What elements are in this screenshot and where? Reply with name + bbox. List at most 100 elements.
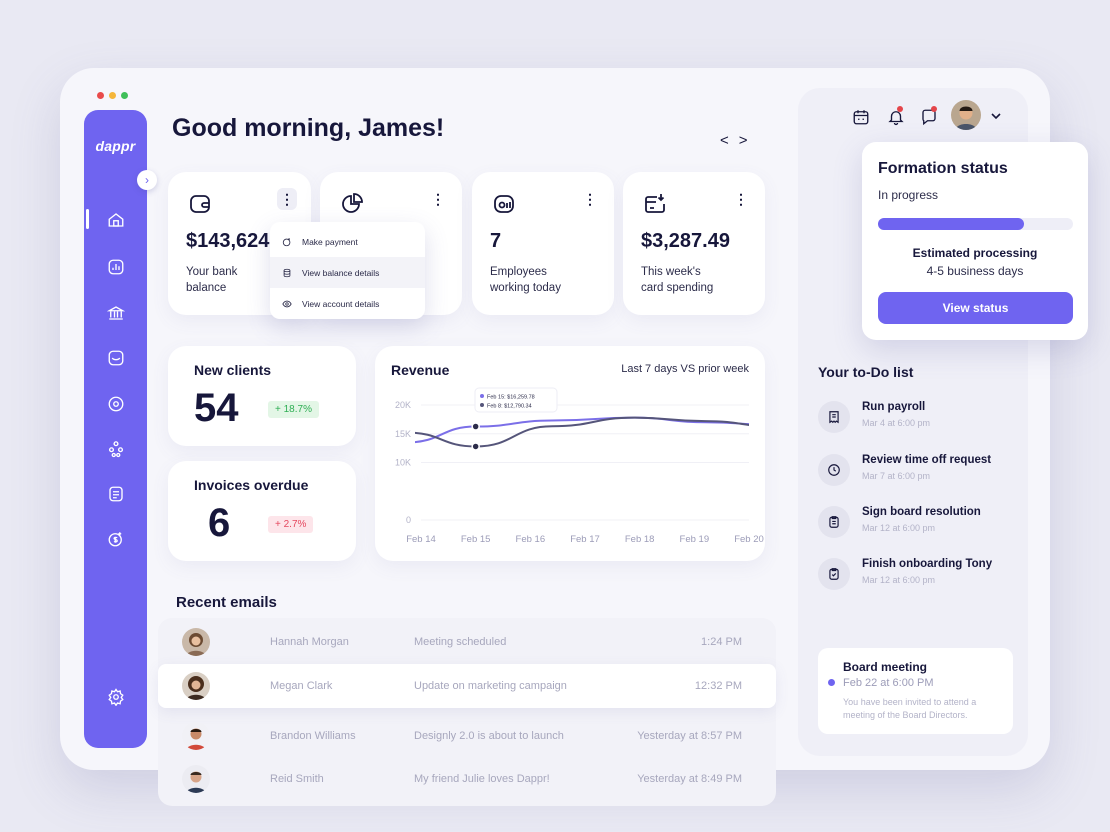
home-icon[interactable] (107, 211, 125, 229)
x-tick-label: Feb 16 (516, 534, 546, 545)
formation-title: Formation status (878, 160, 1008, 177)
todo-label: Finish onboarding Tony (862, 558, 993, 570)
y-tick-label: 20K (395, 400, 411, 410)
avatar (182, 722, 210, 750)
date-pager: <> (720, 132, 758, 149)
email-subject: Update on marketing campaign (414, 680, 567, 692)
menu-item-view-account-details[interactable]: View account details (270, 288, 425, 319)
invoices-overdue-card: Invoices overdue 6 + 2.7% (168, 461, 356, 561)
todo-label: Review time off request (862, 454, 992, 466)
email-sender: Brandon Williams (270, 730, 356, 742)
chevron-down-icon[interactable] (990, 109, 1002, 121)
revenue-line-chart: 0 10K 15K 20K Feb 14 Feb 15 Feb 16 Feb 17 Feb 18… (395, 387, 764, 545)
x-tick-label: Feb 17 (570, 534, 600, 545)
maximize-window-dot[interactable] (121, 92, 128, 99)
email-subject: Designly 2.0 is about to launch (414, 730, 564, 742)
pie-chart-icon (340, 192, 364, 216)
eye-icon (282, 300, 292, 307)
user-avatar[interactable] (951, 100, 981, 130)
people-icon (492, 192, 516, 216)
stat-label: Your bank balance (186, 266, 238, 294)
receipt-icon (818, 401, 850, 433)
brand-logo[interactable]: dappr (84, 138, 147, 154)
x-tick-label: Feb 20 (734, 534, 764, 545)
team-icon[interactable] (107, 440, 125, 458)
next-button[interactable]: > (739, 132, 758, 149)
tooltip-legend-dot (480, 394, 484, 398)
todo-label: Run payroll (862, 401, 926, 413)
todo-item[interactable]: Run payroll Mar 4 at 6:00 pm (818, 397, 1018, 437)
settings-icon[interactable] (107, 688, 125, 706)
todo-item[interactable]: Finish onboarding Tony Mar 12 at 6:00 pm (818, 554, 1018, 594)
sidebar-collapse-button[interactable]: › (137, 170, 157, 190)
menu-item-make-payment[interactable]: Make payment (270, 226, 425, 257)
recent-emails-title: Recent emails (176, 594, 277, 611)
stat-card-card-spending: ⋮ $3,287.49 This week's card spending (623, 172, 765, 315)
estimate-value: 4-5 business days (926, 264, 1024, 278)
stat-label: Employees working today (490, 266, 561, 294)
stat-card-employees: ⋮ 7 Employees working today (472, 172, 614, 315)
email-row[interactable]: Reid Smith My friend Julie loves Dappr! … (158, 757, 776, 801)
message-dot (931, 106, 937, 112)
series-line-1 (415, 416, 749, 448)
minimize-window-dot[interactable] (109, 92, 116, 99)
card-menu-button[interactable]: ⋮ (580, 188, 600, 210)
wallet-icon (188, 192, 212, 216)
menu-item-label: View account details (302, 298, 380, 309)
payment-icon[interactable] (107, 530, 125, 548)
email-sender: Hannah Morgan (270, 636, 349, 648)
stat-value: 7 (490, 230, 502, 252)
email-subject: My friend Julie loves Dappr! (414, 773, 550, 785)
inbox-icon[interactable] (107, 349, 125, 367)
email-subject: Meeting scheduled (414, 636, 507, 648)
x-tick-label: Feb 14 (406, 534, 436, 545)
card-menu-button[interactable]: ⋮ (428, 188, 448, 210)
payment-icon (282, 237, 291, 246)
todo-date: Mar 12 at 6:00 pm (862, 523, 936, 533)
email-row[interactable]: Brandon Williams Designly 2.0 is about t… (158, 714, 776, 758)
target-icon[interactable] (107, 395, 125, 413)
formation-status-card: Formation status In progress Estimated p… (862, 142, 1088, 340)
clipboard-icon (818, 506, 850, 538)
y-tick-label: 10K (395, 458, 411, 468)
data-point-feb15 (471, 442, 480, 451)
board-meeting-card[interactable]: Board meeting Feb 22 at 6:00 PM You have… (818, 648, 1013, 734)
menu-item-view-balance-details[interactable]: View balance details (270, 257, 425, 288)
email-row[interactable]: Megan Clark Update on marketing campaign… (158, 664, 776, 708)
avatar (182, 628, 210, 656)
tooltip-line-1: Feb 15: $16,259.78 (487, 395, 535, 401)
metric-title: New clients (194, 362, 272, 378)
email-time: 12:32 PM (694, 680, 742, 692)
metric-value: 6 (208, 501, 231, 545)
window-controls (97, 92, 128, 99)
card-menu-button[interactable]: ⋮ (731, 188, 751, 210)
dashboard-icon[interactable] (107, 258, 125, 276)
todo-date: Mar 7 at 6:00 pm (862, 471, 931, 481)
formation-progress-bar (878, 218, 1073, 230)
calendar-icon[interactable] (852, 108, 870, 126)
clipboard-check-icon (818, 558, 850, 590)
card-dropdown-menu: Make payment View balance details View a… (270, 222, 425, 319)
email-sender: Reid Smith (270, 773, 324, 785)
todo-label: Sign board resolution (862, 506, 981, 518)
database-icon (283, 268, 291, 277)
email-row[interactable]: Hannah Morgan Meeting scheduled 1:24 PM (158, 620, 776, 664)
x-tick-label: Feb 18 (625, 534, 655, 545)
view-status-button[interactable]: View status (878, 292, 1073, 324)
todo-item[interactable]: Review time off request Mar 7 at 6:00 pm (818, 450, 1018, 490)
email-sender: Megan Clark (270, 680, 333, 692)
close-window-dot[interactable] (97, 92, 104, 99)
card-menu-button[interactable]: ⋮ (277, 188, 297, 210)
todo-date: Mar 12 at 6:00 pm (862, 575, 936, 585)
metric-title: Invoices overdue (194, 477, 309, 493)
meeting-title: Board meeting (843, 660, 928, 674)
change-badge: + 18.7% (268, 401, 319, 418)
email-time: 1:24 PM (701, 636, 742, 648)
todo-item[interactable]: Sign board resolution Mar 12 at 6:00 pm (818, 502, 1018, 542)
previous-button[interactable]: < (720, 132, 739, 149)
metric-value: 54 (194, 386, 239, 430)
bank-icon[interactable] (107, 304, 125, 322)
document-icon[interactable] (107, 485, 125, 503)
avatar (182, 672, 210, 700)
y-tick-label: 15K (395, 429, 411, 439)
